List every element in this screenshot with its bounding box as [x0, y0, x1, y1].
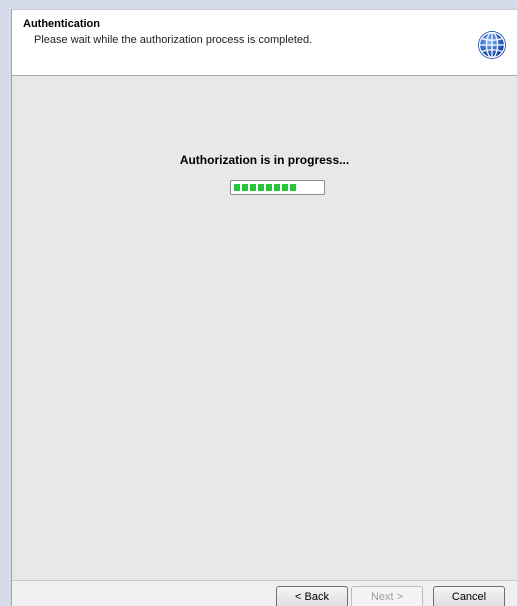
status-text: Authorization is in progress...	[179, 153, 350, 167]
header-subtitle: Please wait while the authorization proc…	[34, 34, 313, 46]
progress-bar	[230, 180, 325, 195]
dialog-header: Authentication Please wait while the aut…	[12, 10, 517, 76]
back-button[interactable]: < Back	[276, 586, 348, 606]
progress-fill	[234, 184, 297, 191]
cancel-button[interactable]: Cancel	[433, 586, 505, 606]
globe-icon	[478, 31, 506, 59]
authentication-dialog: Authentication Please wait while the aut…	[11, 9, 517, 606]
content-area: Authorization is in progress...	[12, 76, 517, 580]
dialog-footer: < Back Next > Cancel	[12, 580, 517, 606]
header-title: Authentication	[23, 18, 100, 30]
next-button[interactable]: Next >	[351, 586, 423, 606]
